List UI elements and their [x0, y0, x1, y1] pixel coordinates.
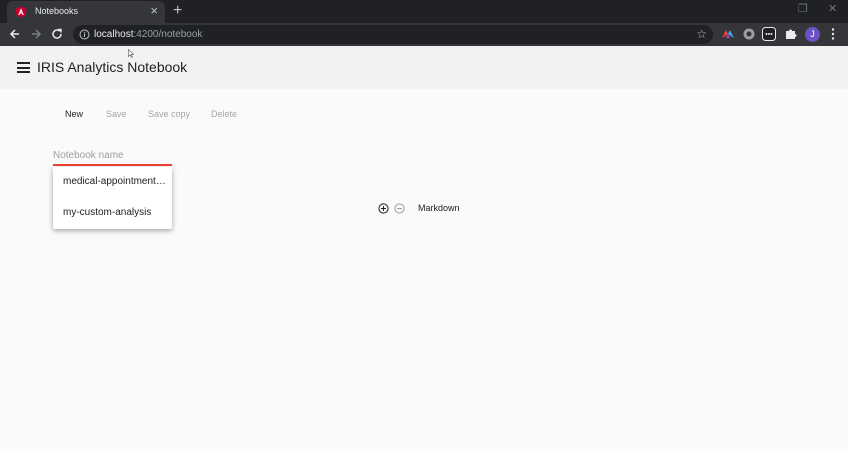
delete-button[interactable]: Delete — [211, 109, 237, 119]
profile-avatar[interactable]: J — [805, 27, 820, 42]
cell-controls — [378, 203, 408, 215]
bookmark-star-icon[interactable]: ☆ — [696, 27, 707, 41]
autocomplete-option[interactable]: medical-appointments-analysis — [63, 176, 167, 187]
notebook-name-input[interactable] — [53, 147, 172, 164]
close-window-icon[interactable]: ✕ — [828, 2, 837, 15]
back-icon[interactable] — [8, 27, 22, 41]
extension-icon[interactable] — [721, 27, 735, 41]
url-path: :4200/notebook — [133, 29, 203, 40]
add-circle-icon[interactable] — [378, 203, 389, 214]
notebook-name-field — [53, 147, 172, 166]
input-underline — [53, 164, 172, 166]
restore-window-icon[interactable]: ❐ — [798, 2, 808, 15]
browser-tab[interactable]: Notebooks × — [7, 1, 165, 23]
puzzle-icon[interactable] — [784, 27, 798, 41]
tab-title: Notebooks — [35, 6, 79, 16]
site-info-icon[interactable] — [79, 29, 90, 40]
autocomplete-option[interactable]: my-custom-analysis — [63, 207, 167, 218]
angular-icon — [15, 6, 27, 18]
cell-type-selector[interactable]: Markdown — [418, 203, 460, 213]
save-button[interactable]: Save — [106, 109, 127, 119]
tab-close-icon[interactable]: × — [150, 4, 158, 18]
address-bar[interactable]: localhost:4200/notebook ☆ — [73, 25, 713, 44]
extension-icon[interactable] — [762, 27, 776, 41]
browser-toolbar: localhost:4200/notebook ☆ J — [0, 23, 848, 46]
remove-circle-icon[interactable] — [394, 203, 405, 214]
browser-tab-strip: Notebooks × + ❐ ✕ — [0, 0, 848, 23]
app-title: IRIS Analytics Notebook — [37, 59, 188, 75]
notebook-autocomplete-panel: medical-appointments-analysis my-custom-… — [53, 167, 172, 229]
browser-menu-icon[interactable] — [830, 27, 836, 41]
save-copy-button[interactable]: Save copy — [148, 109, 190, 119]
new-tab-icon[interactable]: + — [173, 2, 182, 20]
hamburger-menu-icon[interactable] — [17, 62, 30, 73]
reload-icon[interactable] — [50, 27, 64, 41]
url-text: localhost:4200/notebook — [94, 29, 202, 40]
extension-icon[interactable] — [742, 27, 756, 41]
new-button[interactable]: New — [65, 109, 83, 119]
url-host: localhost — [94, 29, 134, 40]
forward-icon[interactable] — [29, 27, 43, 41]
mouse-cursor-icon — [128, 49, 134, 58]
